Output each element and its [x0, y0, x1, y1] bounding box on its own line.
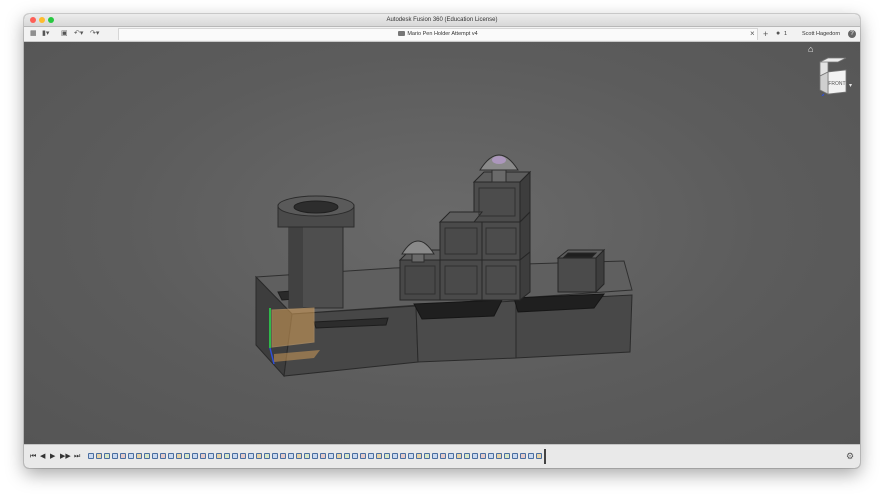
block-stack [398, 170, 532, 302]
small-box [556, 248, 606, 294]
timeline-go-to-start-icon[interactable]: ⏮ [30, 452, 36, 462]
undo-icon[interactable]: ↶▾ [74, 29, 83, 39]
timeline-feature-icon[interactable] [88, 453, 94, 459]
job-count: 1 [784, 31, 788, 37]
timeline-step-back-icon[interactable]: ◀ [40, 452, 45, 462]
job-status-icon[interactable]: ● [776, 29, 780, 39]
model-scene [254, 154, 633, 378]
view-cube-face-label: FRONT [828, 81, 845, 87]
timeline-feature-icon[interactable] [400, 453, 406, 459]
timeline-feature-icon[interactable] [536, 453, 542, 459]
timeline-feature-icon[interactable] [408, 453, 414, 459]
timeline-feature-icon[interactable] [424, 453, 430, 459]
help-button[interactable]: ? [848, 30, 856, 38]
timeline-settings-gear-icon[interactable]: ⚙ [846, 451, 854, 462]
timeline-feature-icon[interactable] [280, 453, 286, 459]
timeline-feature-icon[interactable] [312, 453, 318, 459]
timeline-feature-icon[interactable] [288, 453, 294, 459]
timeline-feature-icon[interactable] [328, 453, 334, 459]
timeline-feature-icon[interactable] [144, 453, 150, 459]
timeline-feature-icon[interactable] [432, 453, 438, 459]
timeline-bar: ⏮ ◀ ▶ ▶▶ ⏭ ⚙ [24, 444, 860, 468]
timeline-feature-icon[interactable] [320, 453, 326, 459]
timeline-feature-icon[interactable] [448, 453, 454, 459]
timeline-feature-icon[interactable] [384, 453, 390, 459]
timeline-go-to-end-icon[interactable]: ⏭ [74, 452, 80, 462]
save-icon[interactable]: ▣ [61, 29, 68, 39]
timeline-feature-icon[interactable] [96, 453, 102, 459]
timeline-feature-icon[interactable] [528, 453, 534, 459]
timeline-feature-icon[interactable] [104, 453, 110, 459]
timeline-feature-icon[interactable] [232, 453, 238, 459]
timeline-feature-icon[interactable] [376, 453, 382, 459]
timeline-feature-icon[interactable] [168, 453, 174, 459]
timeline-feature-icon[interactable] [304, 453, 310, 459]
timeline-feature-icon[interactable] [248, 453, 254, 459]
user-name[interactable]: Scott Hagedorn [802, 29, 840, 39]
document-tab[interactable]: Mario Pen Holder Attempt v4 [118, 28, 758, 40]
timeline-feature-icon[interactable] [272, 453, 278, 459]
timeline-feature-icon[interactable] [216, 453, 222, 459]
fusion-window: Autodesk Fusion 360 (Education License) … [24, 14, 860, 468]
quick-access-toolbar: ▦ ▮▾ ▣ ↶▾ ↷▾ Mario Pen Holder Attempt v4… [24, 27, 860, 42]
component-icon [398, 31, 406, 36]
timeline-feature-icon[interactable] [352, 453, 358, 459]
timeline-feature-icon[interactable] [480, 453, 486, 459]
timeline-feature-icon[interactable] [160, 453, 166, 459]
timeline-feature-icon[interactable] [256, 453, 262, 459]
timeline-feature-icon[interactable] [136, 453, 142, 459]
timeline-feature-icon[interactable] [208, 453, 214, 459]
pipe-opening [293, 200, 339, 214]
timeline-feature-icon[interactable] [368, 453, 374, 459]
file-icon[interactable]: ▮▾ [42, 29, 49, 39]
canvas-viewport[interactable]: FRONT ⌂ ▾ [24, 42, 860, 444]
redo-icon[interactable]: ↷▾ [90, 29, 99, 39]
timeline-feature-icon[interactable] [488, 453, 494, 459]
timeline-play-icon[interactable]: ▶ [50, 452, 55, 462]
timeline-feature-icon[interactable] [344, 453, 350, 459]
timeline-feature-icon[interactable] [224, 453, 230, 459]
timeline-feature-icon[interactable] [176, 453, 182, 459]
title-bar: Autodesk Fusion 360 (Education License) [24, 14, 860, 27]
selected-face-highlight[interactable] [271, 307, 315, 348]
timeline-feature-icon[interactable] [360, 453, 366, 459]
timeline-feature-icon[interactable] [496, 453, 502, 459]
grid-icon[interactable]: ▦ [30, 29, 37, 39]
timeline-feature-icon[interactable] [192, 453, 198, 459]
document-tab-title: Mario Pen Holder Attempt v4 [407, 31, 478, 37]
window-title: Autodesk Fusion 360 (Education License) [386, 17, 498, 23]
timeline-feature-icon[interactable] [112, 453, 118, 459]
timeline-feature-icon[interactable] [120, 453, 126, 459]
timeline-feature-icon[interactable] [152, 453, 158, 459]
timeline-feature-icon[interactable] [264, 453, 270, 459]
timeline-feature-icon[interactable] [456, 453, 462, 459]
timeline-feature-icon[interactable] [472, 453, 478, 459]
timeline-feature-icon[interactable] [128, 453, 134, 459]
home-view-icon[interactable]: ⌂ [808, 44, 813, 54]
timeline-feature-icon[interactable] [416, 453, 422, 459]
view-cube-menu-icon[interactable]: ▾ [849, 82, 852, 90]
timeline-feature-icon[interactable] [464, 453, 470, 459]
timeline-feature-icon[interactable] [200, 453, 206, 459]
pipe-shade [289, 222, 303, 308]
timeline-feature-icon[interactable] [392, 453, 398, 459]
timeline-feature-icon[interactable] [440, 453, 446, 459]
timeline-feature-icon[interactable] [184, 453, 190, 459]
timeline-feature-icon[interactable] [512, 453, 518, 459]
timeline-step-forward-icon[interactable]: ▶▶ [60, 452, 71, 462]
timeline-feature-icon[interactable] [296, 453, 302, 459]
timeline-feature-icon[interactable] [504, 453, 510, 459]
timeline-marker[interactable] [544, 449, 546, 464]
close-tab-button[interactable]: × [750, 29, 755, 39]
view-cube-graphic: FRONT [819, 57, 847, 97]
view-cube[interactable]: FRONT [818, 56, 852, 97]
new-tab-button[interactable]: + [763, 29, 768, 39]
timeline-feature-icon[interactable] [520, 453, 526, 459]
timeline-feature-icon[interactable] [240, 453, 246, 459]
timeline-feature-icon[interactable] [336, 453, 342, 459]
